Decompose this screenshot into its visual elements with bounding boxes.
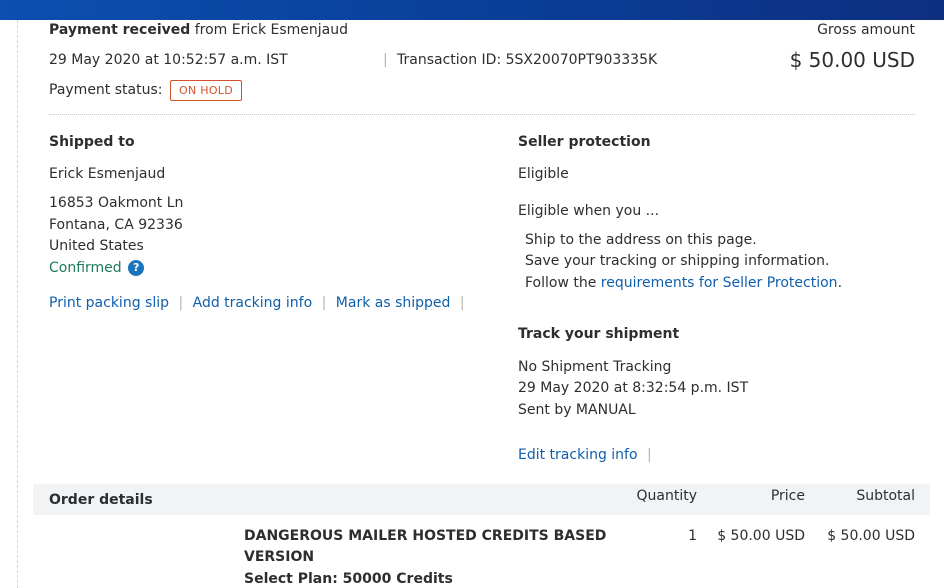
tracking-separator: | (647, 447, 652, 463)
transaction-id[interactable]: Transaction ID: 5SX20070PT903335K (397, 50, 657, 70)
subtotal-column-header: Subtotal (856, 488, 915, 504)
quantity-column-header: Quantity (636, 488, 698, 504)
seller-protection-status: Eligible (518, 166, 569, 182)
address-line-1: 16853 Oakmont Ln (49, 195, 184, 211)
tracking-actions: Edit tracking info | (518, 445, 652, 465)
gross-amount: $ 50.00 USD (789, 48, 915, 72)
eligibility-item-2: Save your tracking or shipping informati… (525, 253, 830, 269)
payment-summary-line: Payment received from Erick Esmenjaud (49, 20, 348, 40)
item-quantity: 1 (688, 528, 697, 544)
eligibility-item-3: Follow the requirements for Seller Prote… (525, 273, 842, 293)
action-separator: | (459, 295, 465, 311)
eligibility-item-3-suffix: . (837, 275, 843, 291)
track-shipment-heading: Track your shipment (518, 326, 680, 342)
price-column-header: Price (770, 488, 805, 504)
item-price: $ 50.00 USD (717, 528, 805, 544)
eligibility-item-3-prefix: Follow the (525, 275, 597, 291)
add-tracking-info-link[interactable]: Add tracking info (193, 295, 313, 311)
tracking-carrier: Sent by MANUAL (518, 402, 636, 418)
shipped-to-heading: Shipped to (49, 134, 135, 150)
eligible-when-text: Eligible when you ... (518, 203, 660, 219)
mark-as-shipped-link[interactable]: Mark as shipped (336, 295, 451, 311)
payment-from-text: from Erick Esmenjaud (194, 22, 349, 38)
eligibility-item-1: Ship to the address on this page. (525, 232, 757, 248)
item-plan: Select Plan: 50000 Credits (244, 571, 453, 587)
print-packing-slip-link[interactable]: Print packing slip (49, 295, 169, 311)
seller-protection-requirements-link[interactable]: requirements for Seller Protection (601, 275, 838, 291)
seller-protection-heading: Seller protection (518, 134, 651, 150)
top-header-bar (0, 0, 944, 20)
section-divider (49, 114, 915, 115)
header-separator: | (383, 52, 388, 68)
action-separator: | (178, 295, 184, 311)
item-subtotal: $ 50.00 USD (827, 528, 915, 544)
action-separator: | (321, 295, 327, 311)
edit-tracking-info-link[interactable]: Edit tracking info (518, 447, 638, 463)
address-country: United States (49, 238, 144, 254)
payment-date-time: 29 May 2020 at 10:52:57 a.m. IST (49, 52, 288, 68)
address-line-2: Fontana, CA 92336 (49, 217, 183, 233)
item-name-line-2: VERSION (244, 549, 315, 565)
payment-status-label: Payment status: (49, 82, 163, 98)
gross-amount-label: Gross amount (817, 22, 915, 38)
shipping-actions: Print packing slip | Add tracking info |… (49, 293, 470, 313)
order-details-heading: Order details (49, 492, 153, 508)
left-rule (17, 20, 18, 588)
question-circle-icon[interactable]: ? (128, 260, 145, 276)
item-name-line-1: DANGEROUS MAILER HOSTED CREDITS BASED (244, 528, 607, 544)
address-confirmed: Confirmed ? (49, 258, 145, 278)
tracking-status: No Shipment Tracking (518, 359, 672, 375)
tracking-date: 29 May 2020 at 8:32:54 p.m. IST (518, 380, 749, 396)
shipping-name: Erick Esmenjaud (49, 166, 166, 182)
confirmed-label: Confirmed (49, 260, 122, 276)
status-badge: ON HOLD (170, 80, 242, 101)
payment-received-label: Payment received (49, 22, 191, 38)
